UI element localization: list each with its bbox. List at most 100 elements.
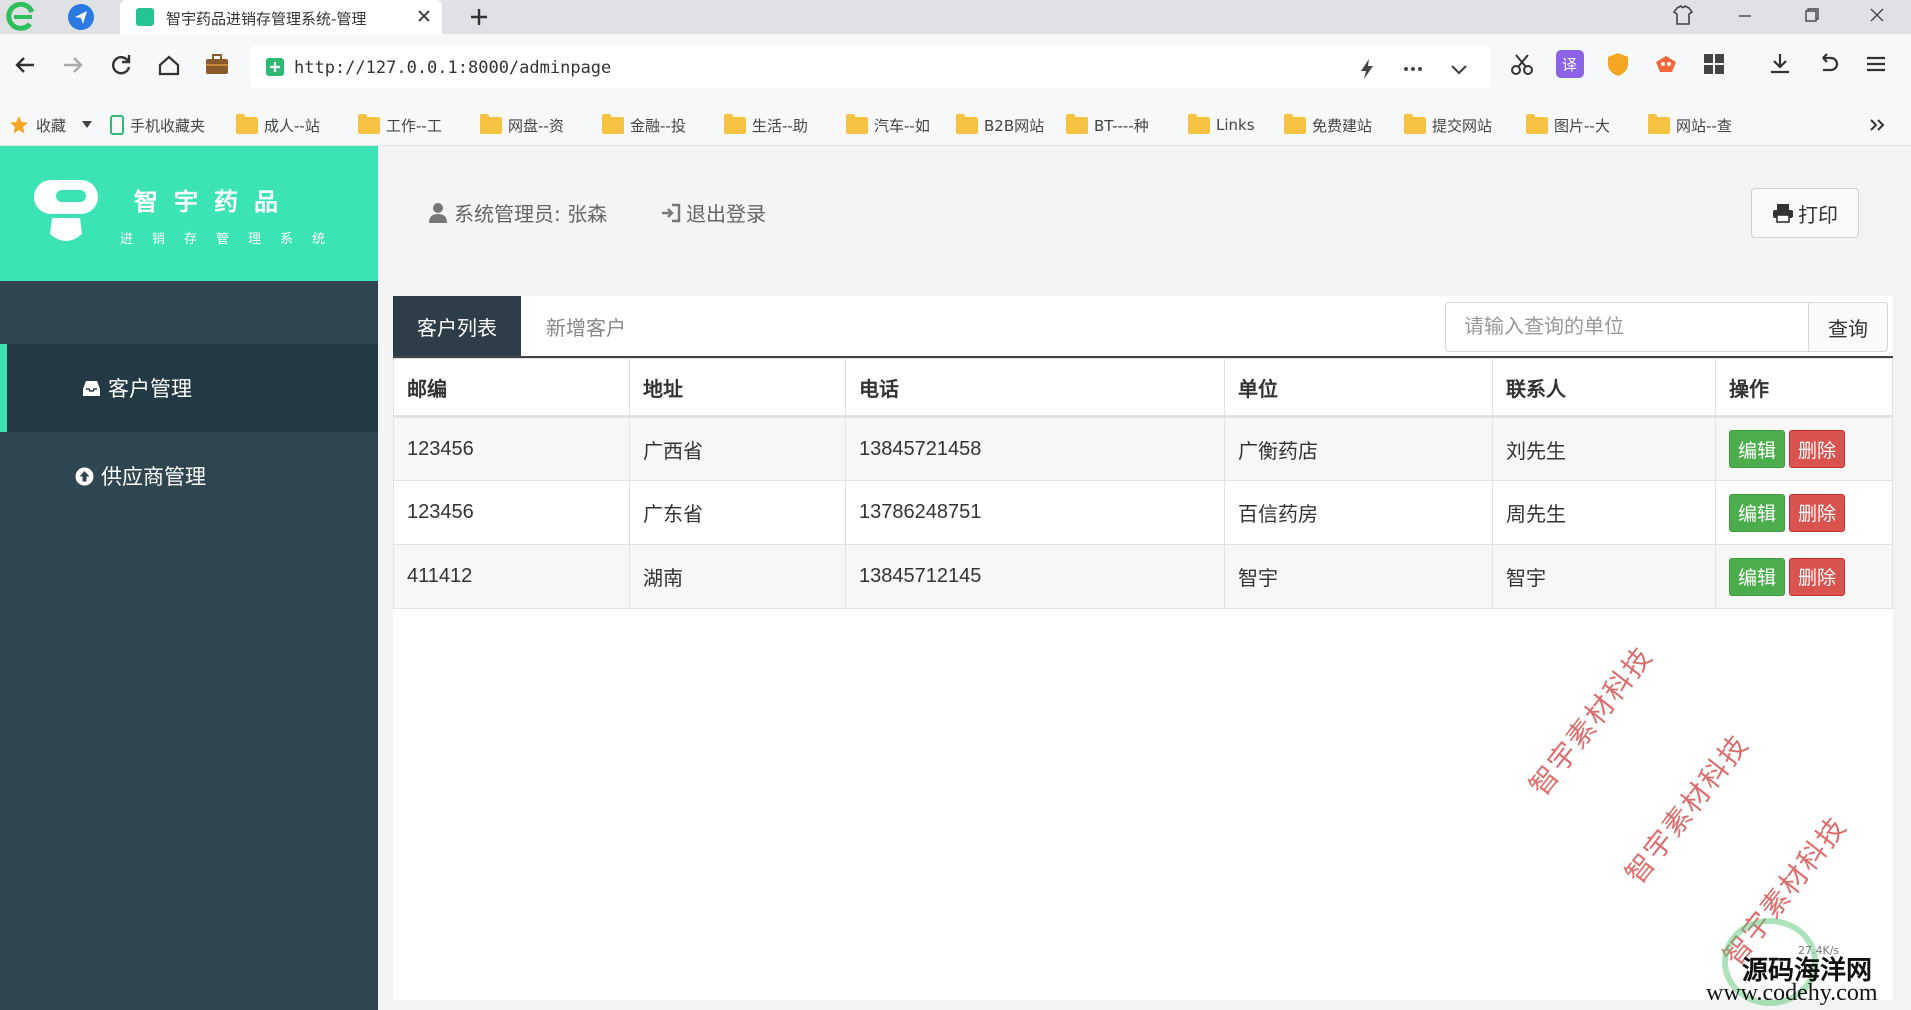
chevron-down-icon[interactable] [1446, 56, 1472, 82]
shield-icon[interactable] [1604, 50, 1632, 78]
sidebar-item-suppliers[interactable]: 供应商管理 [0, 432, 378, 520]
bookmark-folder[interactable]: 网盘--资 [480, 113, 564, 136]
table-row: 123456 广西省 13845721458 广衡药店 刘先生 编辑 删除 [393, 416, 1893, 481]
cell-company: 百信药房 [1224, 480, 1493, 545]
logo-area: 智宇药品 进销存管理系统 [0, 146, 378, 281]
briefcase-icon[interactable] [202, 50, 232, 80]
edit-button[interactable]: 编辑 [1729, 493, 1785, 532]
caret-down-icon[interactable] [82, 121, 93, 129]
bookmark-folder[interactable]: 免费建站 [1284, 113, 1372, 136]
customer-table: 邮编 地址 电话 单位 联系人 操作 123456 广西省 1384572145… [393, 358, 1893, 609]
delete-button[interactable]: 删除 [1789, 493, 1845, 532]
bookmark-folder[interactable]: 金融--投 [602, 113, 686, 136]
delete-button[interactable]: 删除 [1789, 557, 1845, 596]
more-icon[interactable] [1400, 56, 1426, 82]
cell-phone: 13845721458 [845, 416, 1225, 481]
close-icon[interactable] [414, 6, 434, 26]
folder-icon [1526, 113, 1548, 134]
tab-customer-list[interactable]: 客户列表 [393, 296, 521, 356]
print-label: 打印 [1798, 202, 1838, 227]
scissors-icon[interactable] [1508, 50, 1536, 78]
logout-link[interactable]: 退出登录 [660, 198, 766, 227]
reload-icon[interactable] [106, 50, 136, 80]
cell-actions: 编辑 删除 [1715, 544, 1893, 609]
shirt-icon[interactable] [1668, 2, 1698, 30]
folder-icon [846, 113, 868, 134]
bookmark-folder[interactable]: 成人--站 [236, 113, 320, 136]
print-button[interactable]: 打印 [1751, 188, 1859, 238]
cell-address: 湖南 [629, 544, 846, 609]
send-icon[interactable] [68, 4, 94, 30]
table-row: 411412 湖南 13845712145 智宇 智宇 编辑 删除 [393, 544, 1893, 609]
cell-address: 广东省 [629, 480, 846, 545]
browser-tab-active[interactable]: 智宇药品进销存管理系统-管理 [120, 0, 442, 34]
bookmark-folder[interactable]: Links [1188, 113, 1255, 136]
folder-icon [358, 113, 380, 134]
search-input[interactable] [1445, 302, 1809, 352]
forward-icon[interactable] [58, 50, 88, 80]
home-icon[interactable] [154, 50, 184, 80]
column-header: 邮编 [393, 358, 630, 418]
print-icon [1772, 203, 1794, 223]
delete-button[interactable]: 删除 [1789, 430, 1845, 468]
top-header: 系统管理员: 张森 退出登录 打印 [378, 146, 1911, 281]
star-icon [8, 114, 30, 136]
arrow-circle-up-icon [74, 466, 95, 487]
bookmark-mobile[interactable]: 手机收藏夹 [110, 114, 205, 136]
plus-icon[interactable] [466, 4, 492, 30]
bookmark-folder[interactable]: BT----种 [1066, 113, 1149, 136]
maximize-icon[interactable] [1796, 2, 1826, 30]
column-header: 地址 [629, 358, 846, 418]
grid-icon[interactable] [1700, 50, 1728, 78]
cell-zip: 411412 [393, 544, 630, 609]
address-bar[interactable]: http://127.0.0.1:8000/adminpage [250, 46, 1490, 88]
folder-icon [602, 113, 624, 134]
edit-button[interactable]: 编辑 [1729, 430, 1785, 468]
bookmark-folder[interactable]: 生活--助 [724, 113, 808, 136]
content-tabs: 客户列表 新增客户 查询 [393, 296, 1893, 358]
close-window-icon[interactable] [1862, 2, 1892, 30]
inbox-icon [81, 378, 102, 399]
cell-actions: 编辑 删除 [1715, 480, 1893, 545]
edit-button[interactable]: 编辑 [1729, 557, 1785, 596]
undo-icon[interactable] [1814, 50, 1842, 78]
download-icon[interactable] [1766, 50, 1794, 78]
bookmark-folder[interactable]: 提交网站 [1404, 113, 1492, 136]
table-header-row: 邮编 地址 电话 单位 联系人 操作 [393, 358, 1893, 418]
sidebar-item-customers[interactable]: 客户管理 [0, 344, 378, 432]
bookmark-folder[interactable]: 网站--查 [1648, 113, 1732, 136]
back-icon[interactable] [10, 50, 40, 80]
svg-text:译: 译 [1562, 56, 1577, 74]
bookmark-folder[interactable]: 工作--工 [358, 113, 442, 136]
menu-icon[interactable] [1862, 50, 1890, 78]
translate-icon[interactable]: 译 [1556, 50, 1584, 78]
url-text[interactable]: http://127.0.0.1:8000/adminpage [294, 58, 611, 78]
chevrons-right-icon[interactable] [1868, 114, 1886, 136]
cell-company: 智宇 [1224, 544, 1493, 609]
bolt-icon[interactable] [1354, 56, 1380, 82]
folder-icon [1066, 113, 1088, 134]
search-button[interactable]: 查询 [1808, 302, 1888, 352]
column-header: 操作 [1715, 358, 1893, 418]
cell-contact: 智宇 [1492, 544, 1716, 609]
browser-logo-icon[interactable] [6, 2, 38, 32]
admin-user: 系统管理员: 张森 [428, 198, 607, 227]
column-header: 联系人 [1492, 358, 1716, 418]
cell-zip: 123456 [393, 480, 630, 545]
admin-user-label: 系统管理员: 张森 [454, 202, 608, 226]
bookmark-favorites[interactable]: 收藏 [8, 114, 93, 136]
cell-address: 广西省 [629, 416, 846, 481]
bookmark-folder[interactable]: 汽车--如 [846, 113, 930, 136]
folder-icon [956, 113, 978, 134]
logo-title: 智宇药品 [134, 188, 294, 216]
tab-add-customer[interactable]: 新增客户 [521, 296, 651, 356]
folder-icon [1284, 113, 1306, 134]
sign-in-icon [660, 202, 682, 224]
minimize-icon[interactable] [1730, 2, 1760, 30]
user-icon [428, 202, 448, 224]
folder-icon [1648, 113, 1670, 134]
bookmark-folder[interactable]: 图片--大 [1526, 113, 1610, 136]
game-icon[interactable] [1652, 50, 1680, 78]
table-row: 123456 广东省 13786248751 百信药房 周先生 编辑 删除 [393, 480, 1893, 545]
bookmark-folder[interactable]: B2B网站 [956, 113, 1044, 136]
